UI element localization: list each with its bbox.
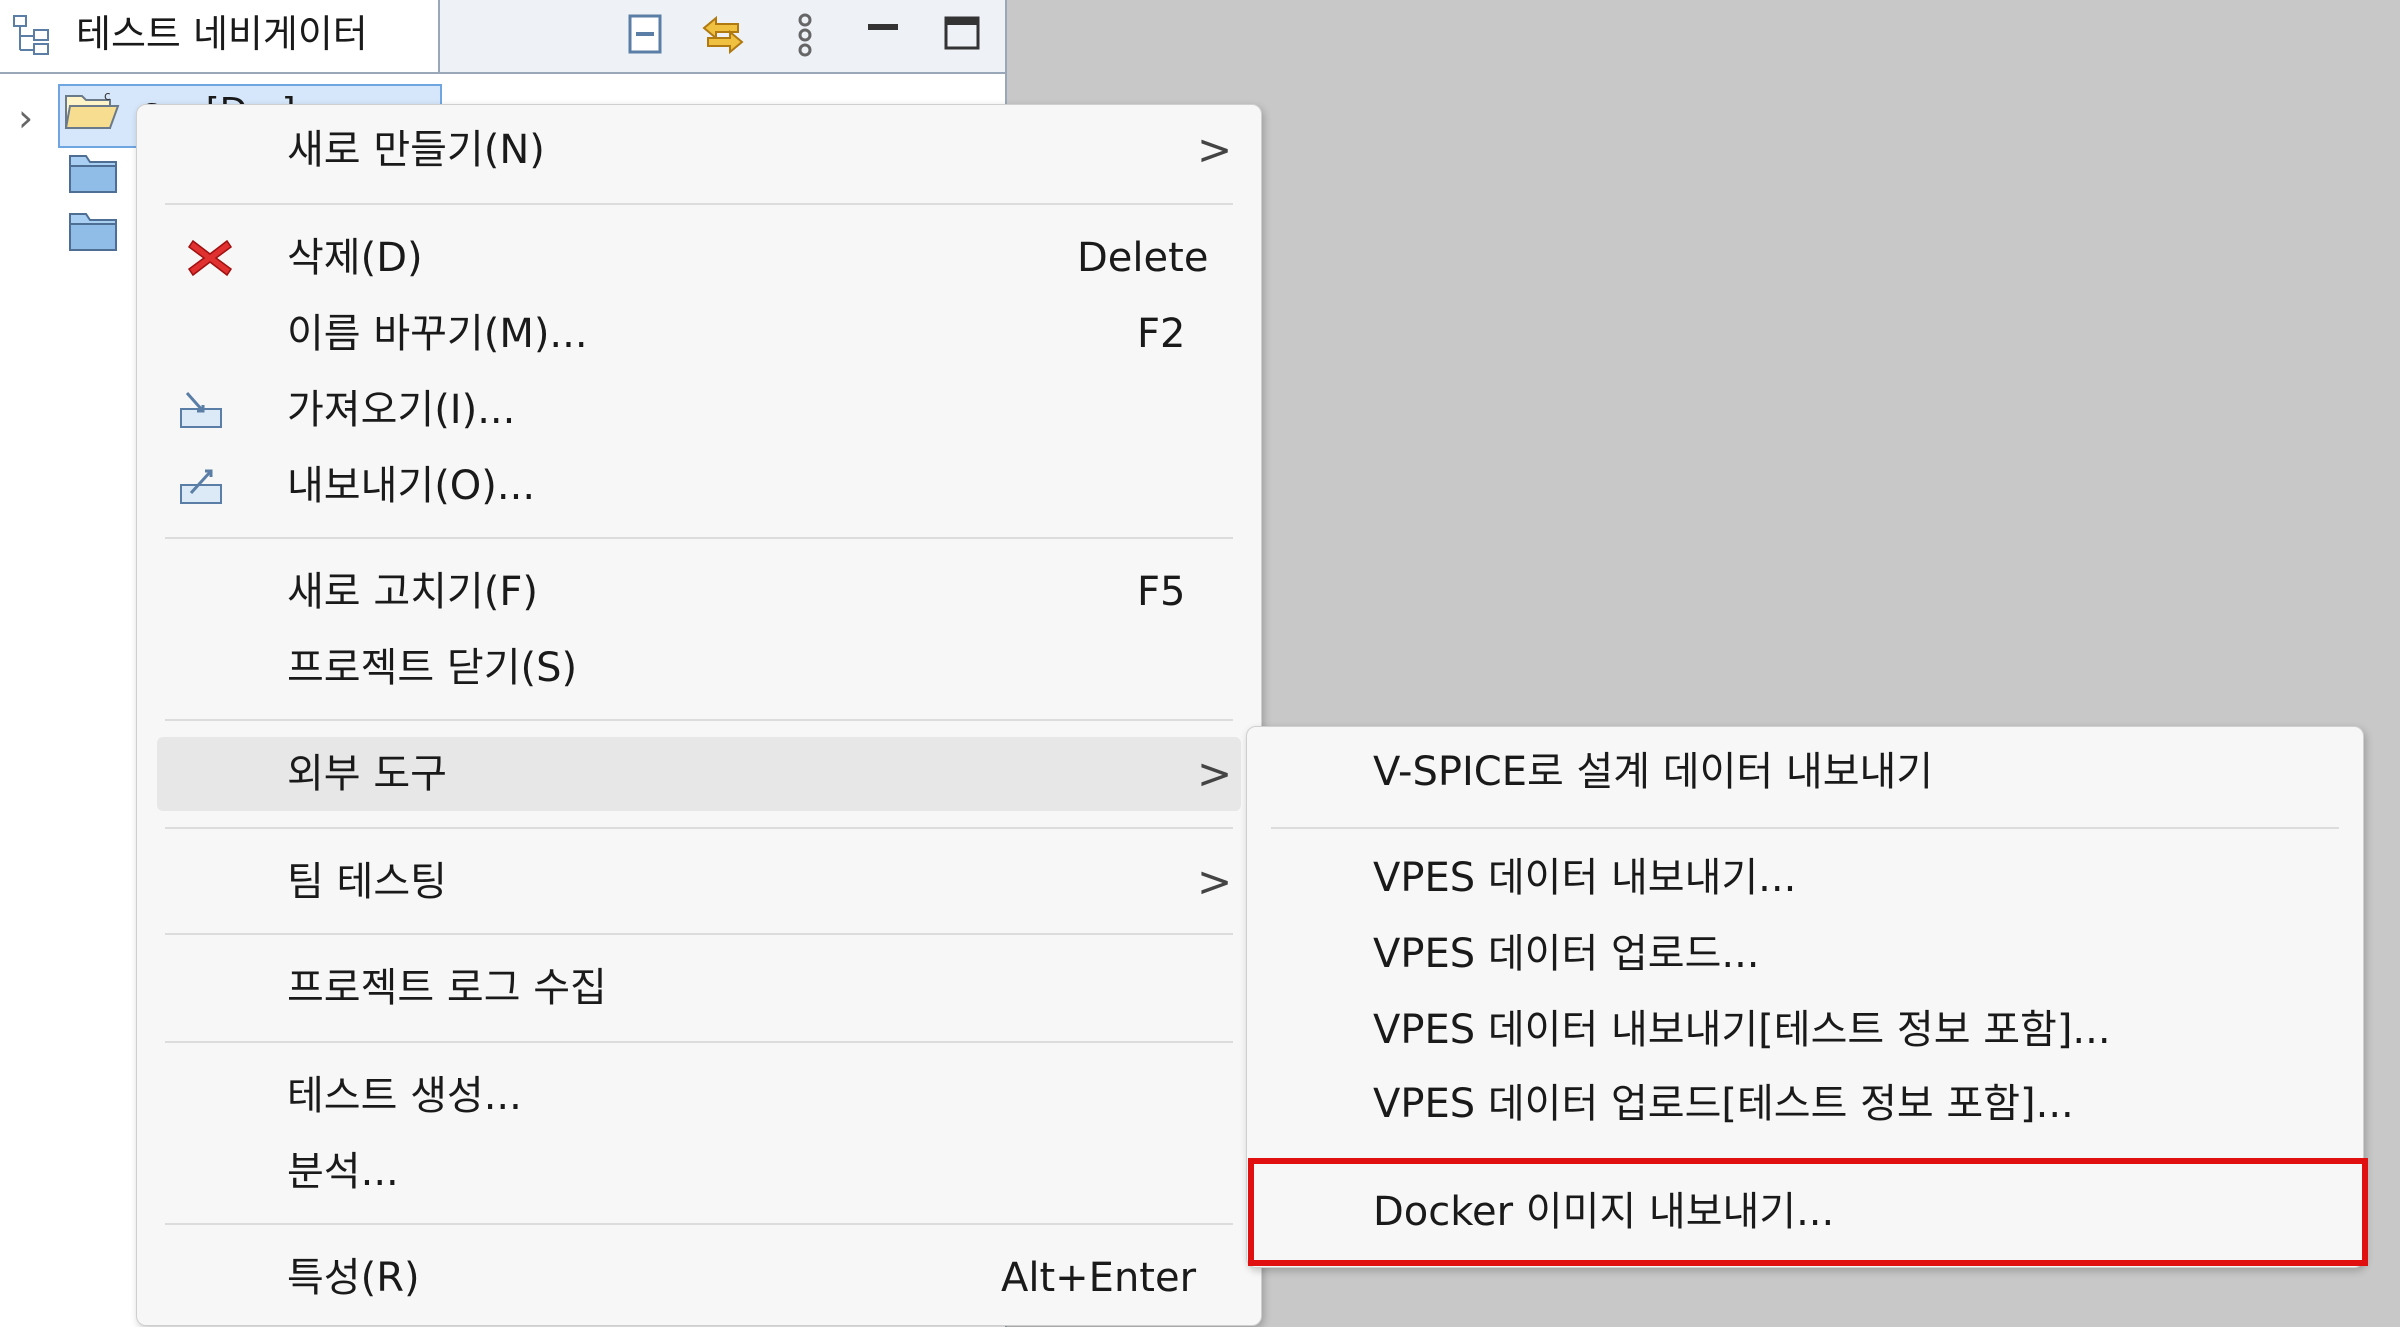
menu-item-label: 삭제(D) [287,235,423,281]
tree-icon [13,15,49,55]
menu-separator [165,827,1233,829]
highlight-annotation-box [1248,1158,2368,1266]
open-project-folder-icon: c [64,89,120,129]
menu-item-rename[interactable]: 이름 바꾸기(M)... F2 [157,297,1241,371]
menu-separator [1271,827,2339,829]
menu-separator [165,203,1233,205]
export-icon [180,469,222,504]
submenu-arrow-icon: > [1197,125,1233,174]
menu-separator [165,1041,1233,1043]
menu-item-team-testing[interactable]: 팀 테스팅 > [157,845,1241,919]
menu-separator [165,933,1233,935]
menu-item-vpes-upload-with-test[interactable]: VPES 데이터 업로드[테스트 정보 포함]... [1257,1067,2353,1141]
menu-item-import[interactable]: 가져오기(I)... [157,373,1241,447]
menu-item-delete[interactable]: 삭제(D) Delete [157,221,1241,295]
menu-separator [165,719,1233,721]
menu-item-label: 분석... [287,1149,399,1195]
submenu-arrow-icon: > [1197,857,1233,906]
menu-item-label: VPES 데이터 업로드[테스트 정보 포함]... [1373,1081,2074,1127]
menu-item-shortcut: F5 [1137,569,1186,615]
menu-item-label: 테스트 생성... [287,1073,522,1119]
menu-item-label: VPES 데이터 내보내기... [1373,855,1797,901]
minimize-icon[interactable] [858,10,908,60]
folder-icon[interactable] [66,150,122,198]
link-with-editor-icon[interactable] [698,10,748,60]
tab-test-navigator[interactable]: 테스트 네비게이터 [0,0,440,72]
panel-header: 테스트 네비게이터 [0,0,1005,74]
menu-item-label: 특성(R) [287,1255,420,1301]
delete-icon [187,239,233,277]
menu-item-label: V-SPICE로 설계 데이터 내보내기 [1373,749,1934,795]
menu-item-vpes-export[interactable]: VPES 데이터 내보내기... [1257,841,2353,915]
context-menu: 새로 만들기(N) > 삭제(D) Delete 이름 바꾸기(M)... F2… [136,104,1262,1326]
menu-item-refresh[interactable]: 새로 고치기(F) F5 [157,555,1241,629]
menu-item-label: 내보내기(O)... [287,463,536,509]
menu-item-label: 새로 만들기(N) [287,127,545,173]
menu-item-export[interactable]: 내보내기(O)... [157,449,1241,523]
menu-item-label: 프로젝트 닫기(S) [287,645,578,691]
menu-item-external-tools[interactable]: 외부 도구 > [157,737,1241,811]
chevron-right-icon[interactable]: › [18,98,33,138]
import-icon [180,392,222,428]
menu-item-label: 외부 도구 [287,751,447,797]
menu-item-label: 가져오기(I)... [287,387,516,433]
submenu-arrow-icon: > [1197,749,1233,798]
maximize-icon[interactable] [938,10,988,60]
svg-text:c: c [104,89,111,103]
menu-separator [165,537,1233,539]
menu-item-collect-project-logs[interactable]: 프로젝트 로그 수집 [157,951,1241,1025]
collapse-all-icon[interactable] [622,10,672,60]
menu-item-label: 프로젝트 로그 수집 [287,965,607,1011]
menu-item-label: VPES 데이터 내보내기[테스트 정보 포함]... [1373,1007,2111,1053]
menu-item-analyze[interactable]: 분석... [157,1135,1241,1209]
menu-item-shortcut: Delete [1077,235,1209,281]
menu-item-label: 새로 고치기(F) [287,569,538,615]
menu-item-label: VPES 데이터 업로드... [1373,931,1760,977]
menu-item-properties[interactable]: 특성(R) Alt+Enter [157,1241,1241,1315]
view-menu-icon[interactable] [780,10,830,60]
menu-item-shortcut: F2 [1137,311,1186,357]
menu-item-new[interactable]: 새로 만들기(N) > [157,113,1241,187]
menu-item-vpes-export-with-test[interactable]: VPES 데이터 내보내기[테스트 정보 포함]... [1257,993,2353,1067]
menu-separator [165,1223,1233,1225]
menu-item-vspice-export[interactable]: V-SPICE로 설계 데이터 내보내기 [1257,735,2353,809]
menu-item-label: 이름 바꾸기(M)... [287,311,588,357]
menu-item-shortcut: Alt+Enter [1001,1255,1197,1301]
panel-title: 테스트 네비게이터 [76,12,368,56]
menu-item-label: 팀 테스팅 [287,859,447,905]
menu-item-vpes-upload[interactable]: VPES 데이터 업로드... [1257,917,2353,991]
menu-item-close-project[interactable]: 프로젝트 닫기(S) [157,631,1241,705]
folder-icon[interactable] [66,208,122,256]
menu-item-create-test[interactable]: 테스트 생성... [157,1059,1241,1133]
